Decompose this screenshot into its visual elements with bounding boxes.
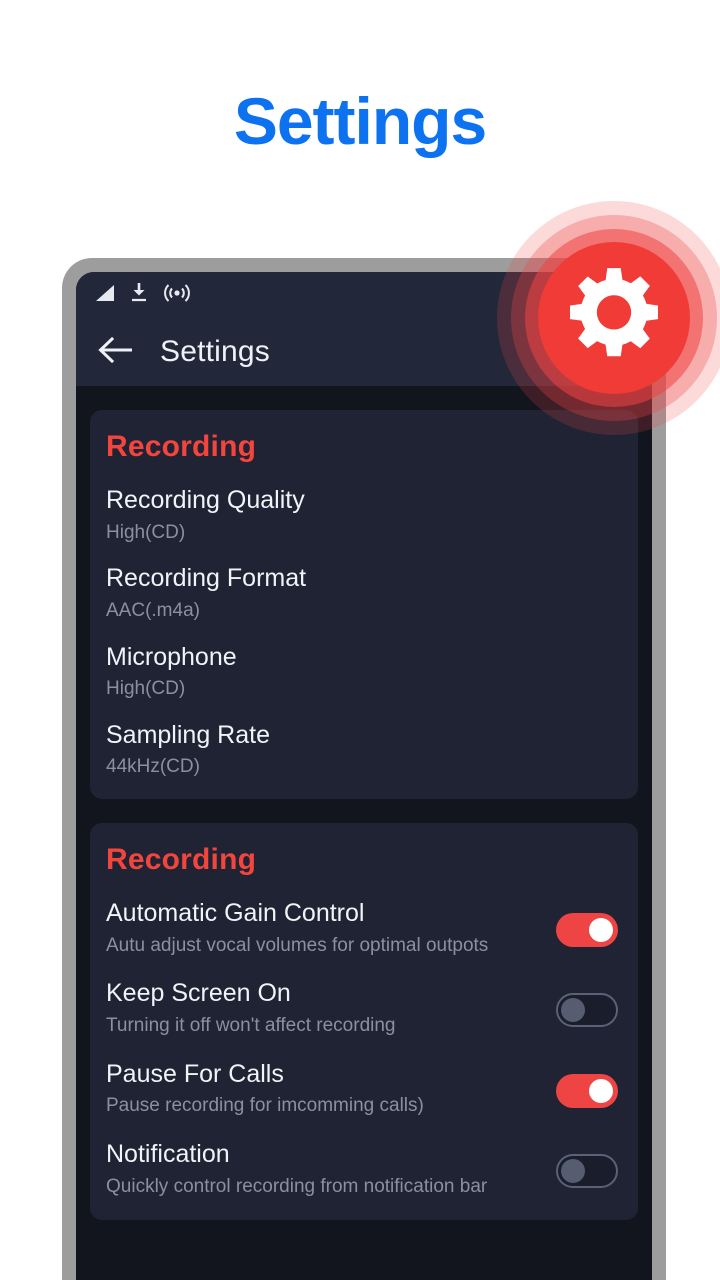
setting-title: Recording Quality bbox=[106, 486, 305, 514]
toggle-knob bbox=[589, 1078, 613, 1103]
setting-row-sampling-rate[interactable]: Sampling Rate 44kHz(CD) bbox=[106, 721, 622, 779]
cast-icon bbox=[162, 283, 192, 308]
setting-row-automatic-gain-control[interactable]: Automatic Gain Control Autu adjust vocal… bbox=[106, 899, 622, 957]
toggle-keep-screen-on[interactable] bbox=[556, 993, 618, 1028]
setting-description: Autu adjust vocal volumes for optimal ou… bbox=[106, 934, 489, 956]
back-arrow-icon[interactable] bbox=[98, 336, 136, 369]
setting-value: AAC(.m4a) bbox=[106, 599, 200, 621]
setting-row-texts: Automatic Gain Control Autu adjust vocal… bbox=[106, 899, 556, 957]
status-bar-left-icons bbox=[94, 282, 192, 308]
gear-icon bbox=[562, 264, 666, 373]
setting-row-texts: Keep Screen On Turning it off won't affe… bbox=[106, 979, 556, 1037]
setting-title: Notification bbox=[106, 1140, 230, 1169]
toggle-knob bbox=[589, 918, 613, 943]
setting-row-recording-format[interactable]: Recording Format AAC(.m4a) bbox=[106, 564, 622, 622]
setting-description: Quickly control recording from notificat… bbox=[106, 1175, 488, 1197]
download-icon bbox=[129, 282, 149, 308]
setting-title: Pause For Calls bbox=[106, 1059, 284, 1088]
setting-value: High(CD) bbox=[106, 678, 186, 700]
setting-title: Recording Format bbox=[106, 564, 307, 593]
settings-gear-badge bbox=[494, 198, 720, 438]
setting-row-notification[interactable]: Notification Quickly control recording f… bbox=[106, 1140, 622, 1198]
signal-icon bbox=[94, 283, 116, 308]
page-title: Settings bbox=[233, 84, 487, 158]
setting-title: Automatic Gain Control bbox=[106, 899, 365, 928]
toggle-notification[interactable] bbox=[556, 1154, 618, 1189]
toggle-pause-for-calls[interactable] bbox=[556, 1073, 618, 1108]
setting-row-keep-screen-on[interactable]: Keep Screen On Turning it off won't affe… bbox=[106, 979, 622, 1037]
settings-card-recording-quality: Recording Recording Quality High(CD) Rec… bbox=[90, 410, 638, 800]
setting-row-texts: Notification Quickly control recording f… bbox=[106, 1140, 556, 1198]
app-bar-title: Settings bbox=[160, 335, 270, 368]
settings-content: Recording Recording Quality High(CD) Rec… bbox=[76, 386, 652, 1280]
toggle-knob bbox=[561, 998, 585, 1023]
setting-description: Pause recording for imcomming calls) bbox=[106, 1095, 424, 1117]
setting-title: Sampling Rate bbox=[106, 720, 270, 749]
setting-row-recording-quality[interactable]: Recording Quality High(CD) bbox=[106, 486, 622, 544]
settings-card-recording-options: Recording Automatic Gain Control Autu ad… bbox=[90, 823, 638, 1221]
setting-value: 44kHz(CD) bbox=[106, 756, 200, 778]
setting-description: Turning it off won't affect recording bbox=[106, 1014, 396, 1036]
setting-title: Keep Screen On bbox=[106, 979, 291, 1008]
setting-row-texts: Pause For Calls Pause recording for imco… bbox=[106, 1060, 556, 1118]
setting-title: Microphone bbox=[106, 642, 237, 671]
toggle-knob bbox=[561, 1159, 585, 1184]
toggle-automatic-gain-control[interactable] bbox=[556, 913, 618, 948]
setting-value: High(CD) bbox=[106, 521, 186, 543]
setting-row-microphone[interactable]: Microphone High(CD) bbox=[106, 643, 622, 701]
section-header: Recording bbox=[106, 843, 257, 877]
badge-core bbox=[538, 242, 690, 394]
setting-row-pause-for-calls[interactable]: Pause For Calls Pause recording for imco… bbox=[106, 1060, 622, 1118]
screenshot-root: Settings Settings Recording Recording Qu… bbox=[0, 0, 720, 1280]
